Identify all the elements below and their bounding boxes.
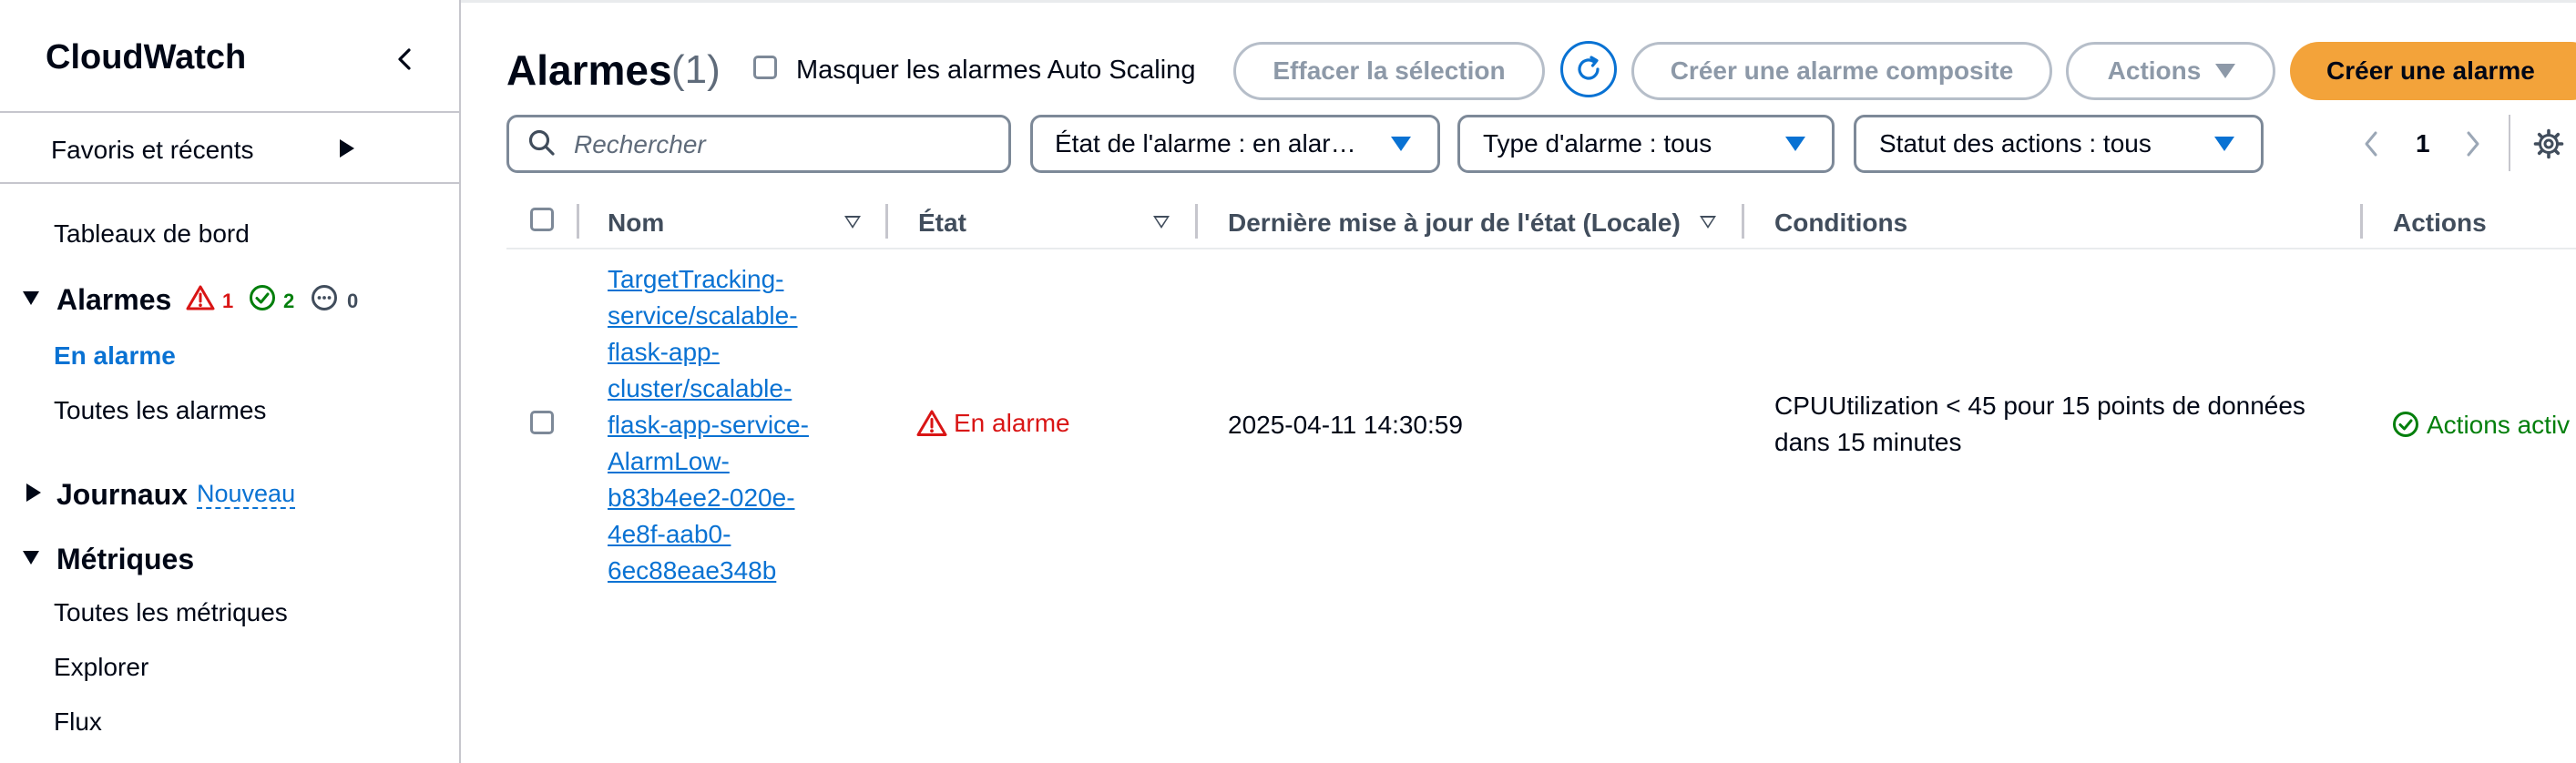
alarm-warning-icon bbox=[186, 284, 215, 311]
sort-icon[interactable] bbox=[1153, 216, 1170, 229]
hide-autoscaling-checkbox[interactable] bbox=[753, 56, 777, 79]
page-title: Alarmes bbox=[506, 46, 672, 94]
metrics-collapse-icon[interactable] bbox=[23, 551, 39, 565]
ok-status-icon bbox=[249, 284, 276, 311]
search-placeholder: Rechercher bbox=[574, 130, 706, 158]
column-divider bbox=[577, 204, 579, 239]
sidebar-item-all-metrics[interactable]: Toutes les métriques bbox=[54, 598, 288, 627]
sidebar-item-dashboards[interactable]: Tableaux de bord bbox=[54, 219, 250, 249]
column-divider bbox=[2360, 204, 2363, 239]
table-header-divider bbox=[506, 248, 2576, 249]
sidebar-item-streams[interactable]: Flux bbox=[54, 707, 102, 737]
alarm-state-icon bbox=[916, 409, 947, 438]
sidebar-section-alarms[interactable]: Alarmes bbox=[56, 283, 171, 317]
actions-dropdown-label: Actions bbox=[2107, 56, 2202, 85]
actions-caret-icon bbox=[2215, 64, 2235, 78]
clear-selection-button[interactable]: Effacer la sélection bbox=[1233, 42, 1545, 100]
sidebar-item-all-alarms[interactable]: Toutes les alarmes bbox=[54, 396, 266, 425]
column-header-conditions: Conditions bbox=[1774, 209, 1908, 237]
alarm-count: (1) bbox=[671, 47, 721, 92]
previous-page-icon[interactable] bbox=[2363, 131, 2379, 157]
column-header-last-update[interactable]: Dernière mise à jour de l'état (Locale) bbox=[1228, 209, 1681, 238]
settings-gear-icon[interactable] bbox=[2533, 128, 2564, 159]
chevron-down-icon bbox=[1785, 137, 1805, 151]
column-divider bbox=[1742, 204, 1744, 239]
alarm-type-filter-value: Type d'alarme : tous bbox=[1483, 129, 1712, 158]
sidebar-section-logs[interactable]: Journaux bbox=[56, 478, 188, 512]
actions-enabled-icon bbox=[2392, 411, 2419, 438]
sidebar-item-in-alarm[interactable]: En alarme bbox=[54, 341, 176, 371]
logs-new-badge[interactable]: Nouveau bbox=[197, 480, 296, 509]
actions-status-value: Actions activ bbox=[2427, 411, 2571, 439]
actions-status-filter-value: Statut des actions : tous bbox=[1879, 129, 2152, 158]
search-icon bbox=[527, 128, 557, 158]
row-checkbox[interactable] bbox=[530, 411, 554, 434]
sort-icon[interactable] bbox=[1700, 216, 1716, 229]
sort-icon[interactable] bbox=[844, 216, 861, 229]
next-page-icon[interactable] bbox=[2465, 131, 2481, 157]
column-header-name[interactable]: Nom bbox=[608, 209, 664, 238]
sidebar-divider bbox=[0, 182, 461, 184]
column-divider bbox=[1195, 204, 1198, 239]
insufficient-count: 0 bbox=[347, 290, 359, 312]
refresh-button[interactable] bbox=[1560, 41, 1617, 97]
page-number[interactable]: 1 bbox=[2416, 129, 2430, 158]
column-header-actions: Actions bbox=[2393, 209, 2487, 237]
select-all-checkbox[interactable] bbox=[530, 208, 554, 231]
sidebar-divider bbox=[0, 111, 461, 113]
chevron-down-icon bbox=[1391, 137, 1411, 151]
create-composite-alarm-button[interactable]: Créer une alarme composite bbox=[1631, 42, 2052, 100]
chevron-down-icon bbox=[2214, 137, 2234, 151]
ok-count: 2 bbox=[283, 290, 295, 312]
sidebar-section-metrics[interactable]: Métriques bbox=[56, 543, 194, 576]
pagination-divider bbox=[2509, 115, 2510, 171]
column-header-state[interactable]: État bbox=[918, 209, 966, 238]
in-alarm-count: 1 bbox=[222, 290, 234, 312]
alarms-collapse-icon[interactable] bbox=[23, 291, 39, 305]
sidebar-item-favorites[interactable]: Favoris et récents bbox=[51, 136, 254, 165]
favorites-expand-icon[interactable] bbox=[340, 139, 354, 158]
top-border bbox=[461, 0, 2576, 3]
create-alarm-button[interactable]: Créer une alarme bbox=[2290, 42, 2576, 100]
column-divider bbox=[885, 204, 888, 239]
alarm-state-text: En alarme bbox=[954, 409, 1070, 437]
actions-dropdown-button[interactable]: Actions bbox=[2066, 42, 2275, 100]
logs-expand-icon[interactable] bbox=[26, 483, 41, 502]
hide-autoscaling-label[interactable]: Masquer les alarmes Auto Scaling bbox=[796, 56, 1195, 86]
sidebar-title[interactable]: CloudWatch bbox=[46, 38, 246, 77]
refresh-icon bbox=[1573, 54, 1604, 85]
last-update-value: 2025-04-11 14:30:59 bbox=[1228, 411, 1463, 439]
sidebar-item-explorer[interactable]: Explorer bbox=[54, 653, 148, 682]
sidebar bbox=[0, 0, 461, 763]
alarm-name-link[interactable]: TargetTracking-service/scalable-flask-ap… bbox=[608, 261, 835, 589]
alarm-state-filter-value: État de l'alarme : en alar… bbox=[1055, 129, 1356, 158]
insufficient-data-icon bbox=[311, 284, 338, 311]
collapse-sidebar-icon[interactable] bbox=[394, 47, 417, 71]
conditions-value: CPUUtilization < 45 pour 15 points de do… bbox=[1774, 392, 2305, 456]
